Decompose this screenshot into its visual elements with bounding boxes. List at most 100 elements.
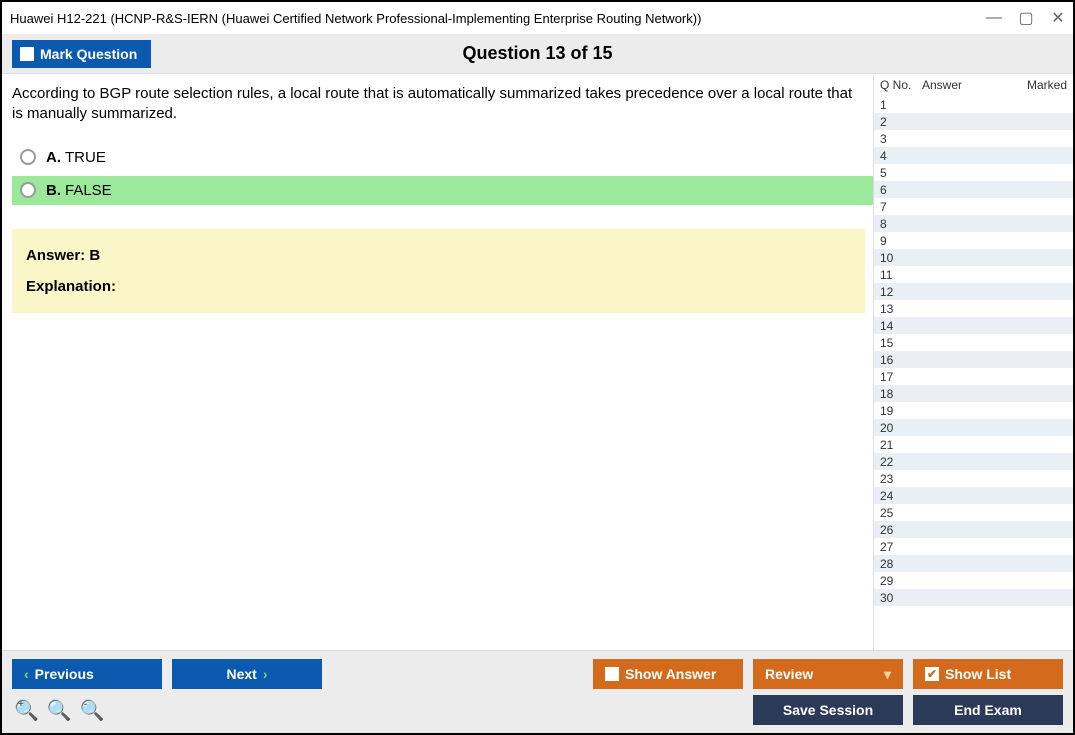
- review-label: Review: [765, 666, 813, 682]
- question-list-sidebar: Q No. Answer Marked 12345678910111213141…: [873, 74, 1073, 650]
- mark-question-label: Mark Question: [40, 46, 137, 62]
- sidebar-row[interactable]: 8: [874, 215, 1073, 232]
- sidebar-row-number: 6: [880, 183, 922, 197]
- sidebar-row-number: 14: [880, 319, 922, 333]
- sidebar-row-number: 22: [880, 455, 922, 469]
- zoom-reset-icon[interactable]: 🔍: [47, 698, 72, 723]
- sidebar-row[interactable]: 28: [874, 555, 1073, 572]
- show-answer-button[interactable]: Show Answer: [593, 659, 743, 689]
- radio-icon[interactable]: [20, 149, 36, 165]
- option-a[interactable]: A. TRUE: [12, 143, 873, 172]
- end-exam-button[interactable]: End Exam: [913, 695, 1063, 725]
- sidebar-row[interactable]: 30: [874, 589, 1073, 606]
- sidebar-list[interactable]: 1234567891011121314151617181920212223242…: [874, 96, 1073, 650]
- sidebar-row-number: 5: [880, 166, 922, 180]
- sidebar-row-number: 3: [880, 132, 922, 146]
- sidebar-row-number: 21: [880, 438, 922, 452]
- sidebar-row[interactable]: 3: [874, 130, 1073, 147]
- sidebar-row[interactable]: 10: [874, 249, 1073, 266]
- sidebar-row-number: 24: [880, 489, 922, 503]
- sidebar-row-number: 1: [880, 98, 922, 112]
- option-letter: B.: [46, 182, 61, 199]
- question-counter: Question 13 of 15: [2, 43, 1073, 64]
- sidebar-row[interactable]: 5: [874, 164, 1073, 181]
- show-list-button[interactable]: ✔ Show List: [913, 659, 1063, 689]
- next-label: Next: [226, 666, 256, 682]
- sidebar-row[interactable]: 14: [874, 317, 1073, 334]
- sidebar-row-number: 29: [880, 574, 922, 588]
- chevron-down-icon: ▾: [884, 666, 891, 683]
- chevron-right-icon: ›: [263, 666, 268, 682]
- next-button[interactable]: Next ›: [172, 659, 322, 689]
- sidebar-row[interactable]: 6: [874, 181, 1073, 198]
- option-text: FALSE: [65, 182, 112, 199]
- review-button[interactable]: Review ▾: [753, 659, 903, 689]
- chevron-left-icon: ‹: [24, 666, 29, 682]
- sidebar-row[interactable]: 13: [874, 300, 1073, 317]
- sidebar-row[interactable]: 1: [874, 96, 1073, 113]
- sidebar-row-number: 9: [880, 234, 922, 248]
- save-session-label: Save Session: [783, 702, 873, 718]
- sidebar-row-number: 26: [880, 523, 922, 537]
- sidebar-row[interactable]: 17: [874, 368, 1073, 385]
- answer-line: Answer: B: [26, 247, 851, 264]
- header-bar: Mark Question Question 13 of 15: [2, 34, 1073, 74]
- sidebar-row-number: 28: [880, 557, 922, 571]
- sidebar-row-number: 17: [880, 370, 922, 384]
- sidebar-row-number: 30: [880, 591, 922, 605]
- window-controls: — ▢ ✕: [987, 11, 1065, 25]
- option-b[interactable]: B. FALSE: [12, 176, 873, 205]
- footer: ‹ Previous Next › Show Answer Review ▾ ✔…: [2, 650, 1073, 733]
- maximize-icon[interactable]: ▢: [1019, 11, 1033, 25]
- footer-row-1: ‹ Previous Next › Show Answer Review ▾ ✔…: [12, 659, 1063, 689]
- sidebar-row[interactable]: 19: [874, 402, 1073, 419]
- close-icon[interactable]: ✕: [1051, 11, 1065, 25]
- sidebar-row[interactable]: 16: [874, 351, 1073, 368]
- radio-icon[interactable]: [20, 182, 36, 198]
- answer-box: Answer: B Explanation:: [12, 229, 865, 313]
- sidebar-row[interactable]: 22: [874, 453, 1073, 470]
- previous-label: Previous: [35, 666, 94, 682]
- explanation-label: Explanation:: [26, 278, 851, 295]
- sidebar-row[interactable]: 18: [874, 385, 1073, 402]
- sidebar-row-number: 8: [880, 217, 922, 231]
- checkbox-checked-icon: ✔: [925, 667, 939, 681]
- sidebar-row[interactable]: 20: [874, 419, 1073, 436]
- sidebar-row[interactable]: 23: [874, 470, 1073, 487]
- sidebar-row[interactable]: 15: [874, 334, 1073, 351]
- sidebar-row[interactable]: 2: [874, 113, 1073, 130]
- zoom-in-icon[interactable]: 🔍+: [14, 698, 39, 723]
- zoom-controls: 🔍+ 🔍 🔍-: [12, 698, 105, 723]
- sidebar-row-number: 27: [880, 540, 922, 554]
- sidebar-row[interactable]: 7: [874, 198, 1073, 215]
- sidebar-row[interactable]: 27: [874, 538, 1073, 555]
- show-answer-label: Show Answer: [625, 666, 716, 682]
- col-qno: Q No.: [880, 78, 922, 92]
- zoom-out-icon[interactable]: 🔍-: [80, 698, 105, 723]
- footer-row-2: 🔍+ 🔍 🔍- Save Session End Exam: [12, 695, 1063, 725]
- sidebar-row-number: 2: [880, 115, 922, 129]
- app-window: Huawei H12-221 (HCNP-R&S-IERN (Huawei Ce…: [0, 0, 1075, 735]
- sidebar-row-number: 4: [880, 149, 922, 163]
- option-letter: A.: [46, 149, 61, 166]
- sidebar-row-number: 25: [880, 506, 922, 520]
- sidebar-row-number: 20: [880, 421, 922, 435]
- titlebar: Huawei H12-221 (HCNP-R&S-IERN (Huawei Ce…: [2, 2, 1073, 34]
- sidebar-row[interactable]: 11: [874, 266, 1073, 283]
- sidebar-row-number: 16: [880, 353, 922, 367]
- sidebar-row[interactable]: 9: [874, 232, 1073, 249]
- sidebar-row[interactable]: 12: [874, 283, 1073, 300]
- minimize-icon[interactable]: —: [987, 11, 1001, 25]
- window-title: Huawei H12-221 (HCNP-R&S-IERN (Huawei Ce…: [10, 11, 987, 26]
- sidebar-row[interactable]: 29: [874, 572, 1073, 589]
- previous-button[interactable]: ‹ Previous: [12, 659, 162, 689]
- sidebar-row[interactable]: 25: [874, 504, 1073, 521]
- option-text: TRUE: [65, 149, 106, 166]
- save-session-button[interactable]: Save Session: [753, 695, 903, 725]
- sidebar-row[interactable]: 21: [874, 436, 1073, 453]
- sidebar-row[interactable]: 26: [874, 521, 1073, 538]
- sidebar-row[interactable]: 24: [874, 487, 1073, 504]
- mark-question-button[interactable]: Mark Question: [12, 40, 151, 68]
- sidebar-row[interactable]: 4: [874, 147, 1073, 164]
- main-pane: According to BGP route selection rules, …: [2, 74, 873, 650]
